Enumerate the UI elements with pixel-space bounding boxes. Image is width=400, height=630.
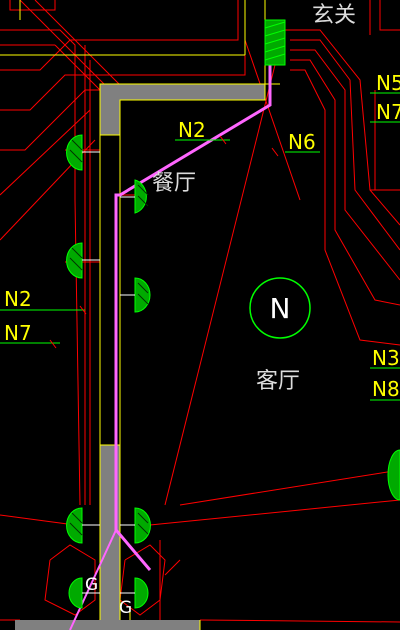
fixture-right-edge [387, 449, 400, 501]
room-label-dining: 餐厅 [152, 171, 196, 196]
circuit-label-n7-left: N7 [4, 321, 32, 345]
fixture-left-3 [66, 507, 83, 544]
wall-bottom [15, 620, 200, 630]
fixture-left-2 [66, 242, 83, 279]
circuit-label-n8: N8 [372, 377, 400, 401]
room-label-living: 客厅 [256, 369, 300, 394]
fixture-left-4 [68, 577, 83, 609]
fixture-label-g-left: G [85, 575, 98, 595]
circuit-label-n5: N5 [376, 71, 400, 95]
fixture-right-2 [134, 277, 151, 313]
circuit-label-n7-right: N7 [376, 100, 400, 124]
circuit-label-n2-top: N2 [178, 118, 206, 142]
fixture-right-4 [134, 577, 149, 609]
fixture-left-1 [66, 134, 83, 171]
fixture-right-1 [134, 179, 147, 214]
distribution-box [264, 19, 286, 66]
room-label-entrance: 玄关 [312, 3, 356, 28]
circuit-label-n2-left: N2 [4, 287, 32, 311]
north-symbol: N [249, 277, 311, 339]
cad-floor-plan: N N2 N6 N5 N7 N2 N7 N3 N8 餐厅 客厅 玄关 G G [0, 0, 400, 630]
fixture-label-g-bottom: G [119, 598, 132, 618]
fixture-right-3 [134, 507, 151, 544]
circuit-label-n6: N6 [288, 130, 316, 154]
circuit-label-n3: N3 [372, 346, 400, 370]
north-symbol-letter: N [270, 292, 291, 325]
